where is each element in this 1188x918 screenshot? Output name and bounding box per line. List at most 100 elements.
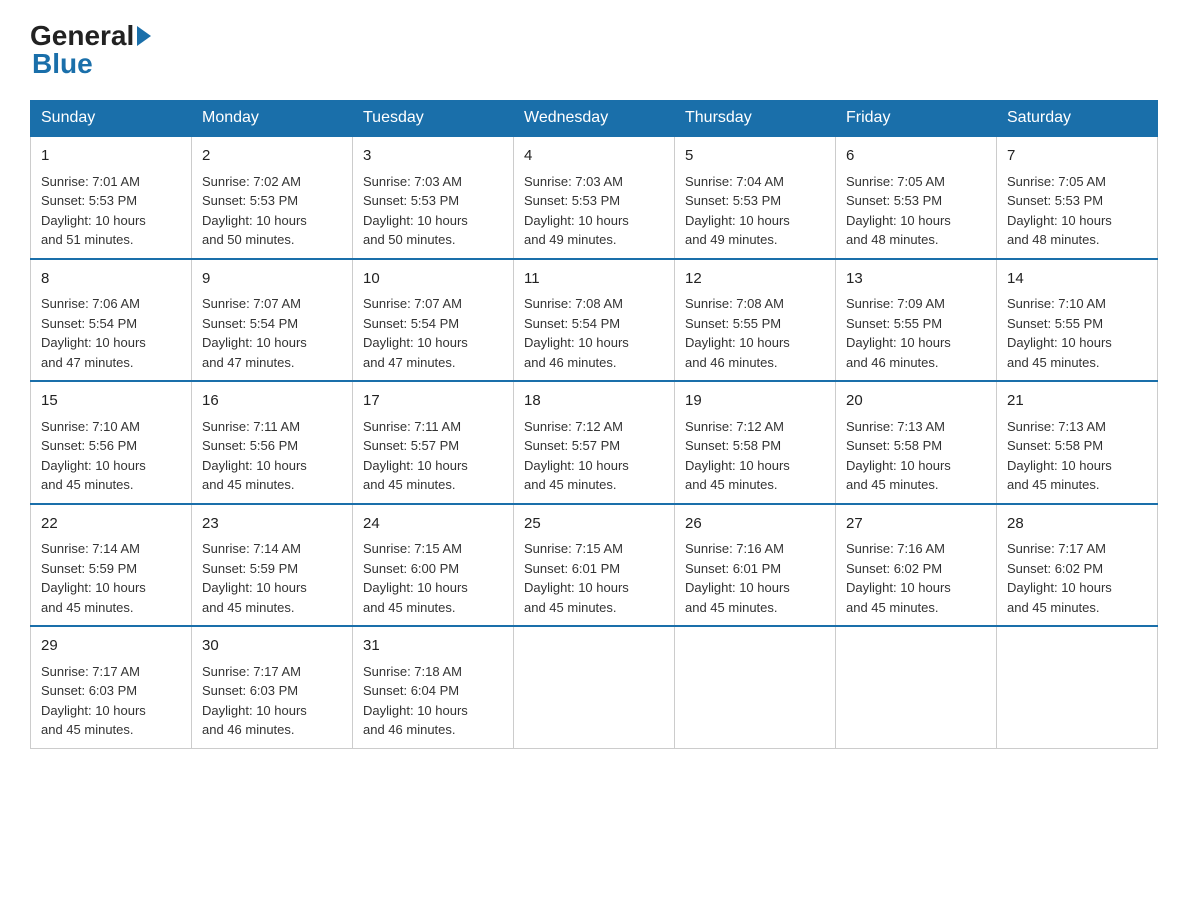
calendar-cell: 15 Sunrise: 7:10 AMSunset: 5:56 PMDaylig… [31, 381, 192, 504]
day-info: Sunrise: 7:10 AMSunset: 5:55 PMDaylight:… [1007, 296, 1112, 370]
day-info: Sunrise: 7:05 AMSunset: 5:53 PMDaylight:… [1007, 174, 1112, 248]
day-number: 27 [846, 513, 986, 536]
calendar-cell: 10 Sunrise: 7:07 AMSunset: 5:54 PMDaylig… [353, 259, 514, 382]
weekday-header-saturday: Saturday [997, 101, 1158, 137]
day-number: 20 [846, 390, 986, 413]
day-number: 8 [41, 268, 181, 291]
calendar-cell: 16 Sunrise: 7:11 AMSunset: 5:56 PMDaylig… [192, 381, 353, 504]
day-info: Sunrise: 7:02 AMSunset: 5:53 PMDaylight:… [202, 174, 307, 248]
day-number: 10 [363, 268, 503, 291]
day-info: Sunrise: 7:09 AMSunset: 5:55 PMDaylight:… [846, 296, 951, 370]
day-info: Sunrise: 7:17 AMSunset: 6:03 PMDaylight:… [41, 664, 146, 738]
calendar-cell: 6 Sunrise: 7:05 AMSunset: 5:53 PMDayligh… [836, 136, 997, 259]
day-number: 18 [524, 390, 664, 413]
day-info: Sunrise: 7:12 AMSunset: 5:57 PMDaylight:… [524, 419, 629, 493]
day-number: 5 [685, 145, 825, 168]
day-info: Sunrise: 7:15 AMSunset: 6:00 PMDaylight:… [363, 541, 468, 615]
calendar-week-row: 1 Sunrise: 7:01 AMSunset: 5:53 PMDayligh… [31, 136, 1158, 259]
calendar-cell: 8 Sunrise: 7:06 AMSunset: 5:54 PMDayligh… [31, 259, 192, 382]
day-info: Sunrise: 7:18 AMSunset: 6:04 PMDaylight:… [363, 664, 468, 738]
day-number: 3 [363, 145, 503, 168]
day-number: 11 [524, 268, 664, 291]
calendar-cell: 4 Sunrise: 7:03 AMSunset: 5:53 PMDayligh… [514, 136, 675, 259]
weekday-header-wednesday: Wednesday [514, 101, 675, 137]
day-info: Sunrise: 7:11 AMSunset: 5:56 PMDaylight:… [202, 419, 307, 493]
calendar-cell [997, 626, 1158, 748]
weekday-header-tuesday: Tuesday [353, 101, 514, 137]
day-number: 6 [846, 145, 986, 168]
calendar-cell: 14 Sunrise: 7:10 AMSunset: 5:55 PMDaylig… [997, 259, 1158, 382]
day-info: Sunrise: 7:05 AMSunset: 5:53 PMDaylight:… [846, 174, 951, 248]
calendar-cell: 18 Sunrise: 7:12 AMSunset: 5:57 PMDaylig… [514, 381, 675, 504]
weekday-header-row: SundayMondayTuesdayWednesdayThursdayFrid… [31, 101, 1158, 137]
day-info: Sunrise: 7:06 AMSunset: 5:54 PMDaylight:… [41, 296, 146, 370]
weekday-header-monday: Monday [192, 101, 353, 137]
day-number: 1 [41, 145, 181, 168]
day-info: Sunrise: 7:16 AMSunset: 6:02 PMDaylight:… [846, 541, 951, 615]
calendar-cell: 20 Sunrise: 7:13 AMSunset: 5:58 PMDaylig… [836, 381, 997, 504]
calendar-cell: 13 Sunrise: 7:09 AMSunset: 5:55 PMDaylig… [836, 259, 997, 382]
day-number: 22 [41, 513, 181, 536]
day-number: 23 [202, 513, 342, 536]
calendar-cell: 9 Sunrise: 7:07 AMSunset: 5:54 PMDayligh… [192, 259, 353, 382]
weekday-header-friday: Friday [836, 101, 997, 137]
calendar-cell [836, 626, 997, 748]
day-number: 26 [685, 513, 825, 536]
calendar-cell: 5 Sunrise: 7:04 AMSunset: 5:53 PMDayligh… [675, 136, 836, 259]
page-header: General Blue [30, 20, 1158, 80]
day-info: Sunrise: 7:12 AMSunset: 5:58 PMDaylight:… [685, 419, 790, 493]
day-number: 14 [1007, 268, 1147, 291]
day-info: Sunrise: 7:14 AMSunset: 5:59 PMDaylight:… [202, 541, 307, 615]
day-info: Sunrise: 7:01 AMSunset: 5:53 PMDaylight:… [41, 174, 146, 248]
day-info: Sunrise: 7:03 AMSunset: 5:53 PMDaylight:… [363, 174, 468, 248]
calendar-cell: 27 Sunrise: 7:16 AMSunset: 6:02 PMDaylig… [836, 504, 997, 627]
calendar-cell: 23 Sunrise: 7:14 AMSunset: 5:59 PMDaylig… [192, 504, 353, 627]
day-number: 16 [202, 390, 342, 413]
day-number: 9 [202, 268, 342, 291]
logo-arrow-icon [137, 26, 151, 46]
day-info: Sunrise: 7:08 AMSunset: 5:54 PMDaylight:… [524, 296, 629, 370]
day-number: 29 [41, 635, 181, 658]
day-info: Sunrise: 7:16 AMSunset: 6:01 PMDaylight:… [685, 541, 790, 615]
calendar-cell: 24 Sunrise: 7:15 AMSunset: 6:00 PMDaylig… [353, 504, 514, 627]
calendar-cell: 12 Sunrise: 7:08 AMSunset: 5:55 PMDaylig… [675, 259, 836, 382]
calendar-cell: 25 Sunrise: 7:15 AMSunset: 6:01 PMDaylig… [514, 504, 675, 627]
calendar-cell: 26 Sunrise: 7:16 AMSunset: 6:01 PMDaylig… [675, 504, 836, 627]
calendar-cell: 30 Sunrise: 7:17 AMSunset: 6:03 PMDaylig… [192, 626, 353, 748]
calendar-cell: 3 Sunrise: 7:03 AMSunset: 5:53 PMDayligh… [353, 136, 514, 259]
calendar-cell [514, 626, 675, 748]
day-number: 24 [363, 513, 503, 536]
calendar-cell: 28 Sunrise: 7:17 AMSunset: 6:02 PMDaylig… [997, 504, 1158, 627]
day-number: 12 [685, 268, 825, 291]
day-info: Sunrise: 7:04 AMSunset: 5:53 PMDaylight:… [685, 174, 790, 248]
calendar-cell: 7 Sunrise: 7:05 AMSunset: 5:53 PMDayligh… [997, 136, 1158, 259]
calendar-cell: 22 Sunrise: 7:14 AMSunset: 5:59 PMDaylig… [31, 504, 192, 627]
calendar-cell: 2 Sunrise: 7:02 AMSunset: 5:53 PMDayligh… [192, 136, 353, 259]
calendar-table: SundayMondayTuesdayWednesdayThursdayFrid… [30, 100, 1158, 749]
day-info: Sunrise: 7:08 AMSunset: 5:55 PMDaylight:… [685, 296, 790, 370]
day-info: Sunrise: 7:11 AMSunset: 5:57 PMDaylight:… [363, 419, 468, 493]
day-number: 19 [685, 390, 825, 413]
day-number: 30 [202, 635, 342, 658]
calendar-cell: 21 Sunrise: 7:13 AMSunset: 5:58 PMDaylig… [997, 381, 1158, 504]
calendar-cell: 19 Sunrise: 7:12 AMSunset: 5:58 PMDaylig… [675, 381, 836, 504]
calendar-cell: 31 Sunrise: 7:18 AMSunset: 6:04 PMDaylig… [353, 626, 514, 748]
day-number: 7 [1007, 145, 1147, 168]
day-info: Sunrise: 7:14 AMSunset: 5:59 PMDaylight:… [41, 541, 146, 615]
day-number: 4 [524, 145, 664, 168]
day-info: Sunrise: 7:13 AMSunset: 5:58 PMDaylight:… [846, 419, 951, 493]
day-info: Sunrise: 7:07 AMSunset: 5:54 PMDaylight:… [363, 296, 468, 370]
calendar-cell: 29 Sunrise: 7:17 AMSunset: 6:03 PMDaylig… [31, 626, 192, 748]
logo: General Blue [30, 20, 153, 80]
day-info: Sunrise: 7:17 AMSunset: 6:02 PMDaylight:… [1007, 541, 1112, 615]
calendar-cell [675, 626, 836, 748]
day-number: 25 [524, 513, 664, 536]
calendar-week-row: 22 Sunrise: 7:14 AMSunset: 5:59 PMDaylig… [31, 504, 1158, 627]
day-number: 13 [846, 268, 986, 291]
day-info: Sunrise: 7:17 AMSunset: 6:03 PMDaylight:… [202, 664, 307, 738]
calendar-cell: 17 Sunrise: 7:11 AMSunset: 5:57 PMDaylig… [353, 381, 514, 504]
day-info: Sunrise: 7:15 AMSunset: 6:01 PMDaylight:… [524, 541, 629, 615]
calendar-week-row: 8 Sunrise: 7:06 AMSunset: 5:54 PMDayligh… [31, 259, 1158, 382]
day-info: Sunrise: 7:13 AMSunset: 5:58 PMDaylight:… [1007, 419, 1112, 493]
calendar-cell: 11 Sunrise: 7:08 AMSunset: 5:54 PMDaylig… [514, 259, 675, 382]
